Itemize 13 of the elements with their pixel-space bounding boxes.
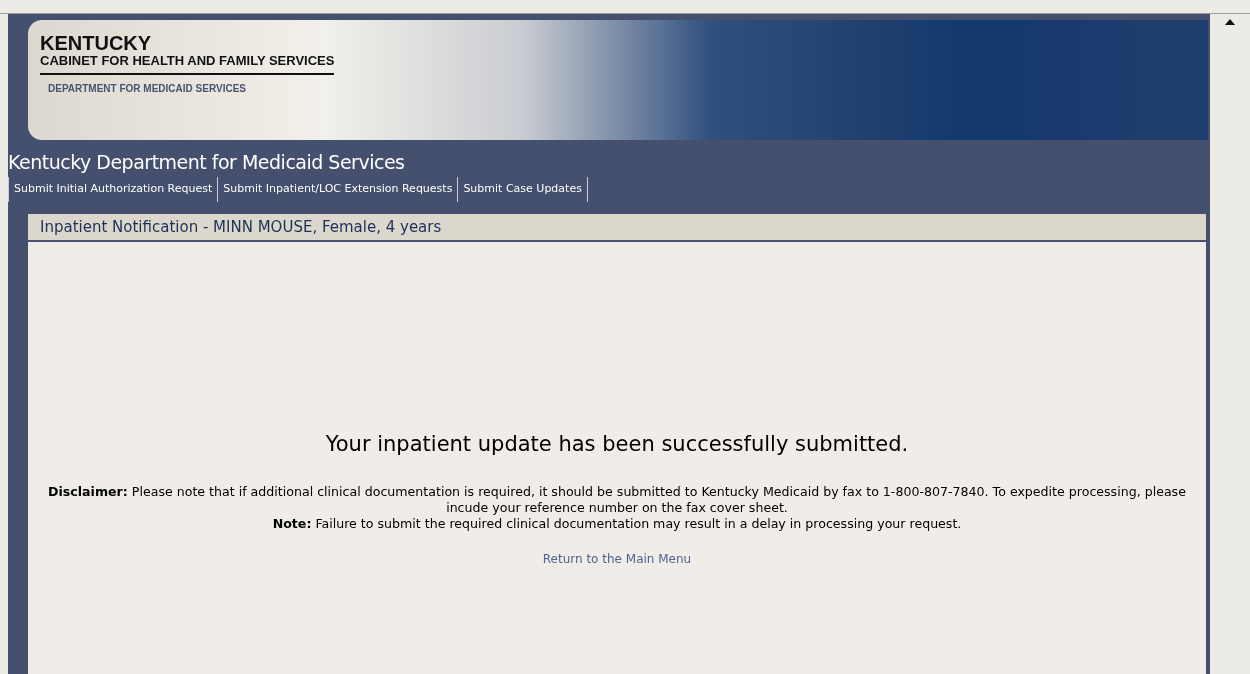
banner-cabinet: CABINET FOR HEALTH AND FAMILY SERVICES xyxy=(40,53,335,75)
nav-link[interactable]: Submit Case Updates xyxy=(457,177,588,202)
main-menu-link[interactable]: Return to the Main Menu xyxy=(542,550,692,568)
note-text: Note: Failure to submit the required clinical documentation may result in a delay in processing your request. xyxy=(272,516,962,532)
scrollbar[interactable] xyxy=(1210,14,1250,674)
success-message: Your inpatient update has been successfully submitted. xyxy=(325,430,909,458)
banner-department: DEPARTMENT FOR MEDICAID SERVICES xyxy=(47,82,246,96)
panel-title: Inpatient Notification - MINN MOUSE, Female, 4 years xyxy=(40,217,442,236)
nav-link[interactable]: Submit Inpatient/LOC Extension Requests xyxy=(217,177,458,202)
site-title: Kentucky Department for Medicaid Services xyxy=(8,150,406,175)
disclaimer-text: Disclaimer: Please note that if additional clinical documentation is required, it should be submitted to Kentucky Medicaid by fax to 1-800-807-7840. To expedite processing, please incude your reference number on the fax cover sheet. xyxy=(47,484,1187,516)
nav-link[interactable]: Submit Initial Authorization Request xyxy=(8,177,218,202)
banner-state: KENTUCKY xyxy=(40,33,152,53)
